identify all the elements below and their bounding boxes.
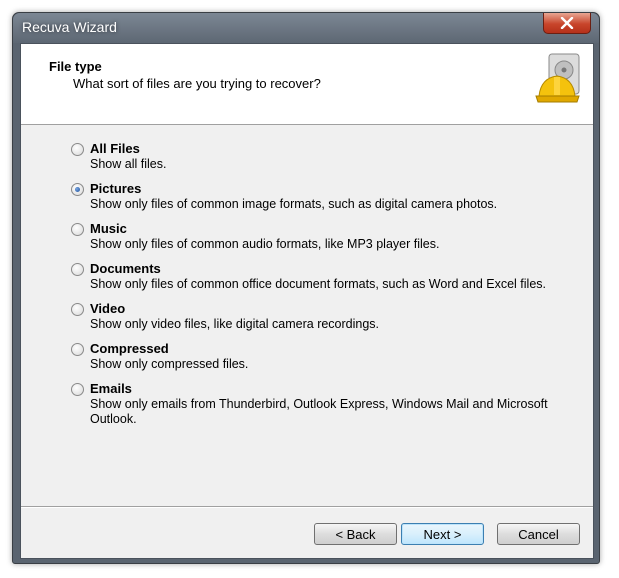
- page-title: File type: [49, 59, 102, 74]
- radio-selected-dot: [75, 187, 80, 192]
- option-label[interactable]: Video: [90, 301, 125, 316]
- option-label[interactable]: Documents: [90, 261, 161, 276]
- radio-music[interactable]: [71, 223, 84, 236]
- hard-drive-helmet-icon: [535, 53, 580, 103]
- wizard-header: File type What sort of files are you try…: [21, 44, 593, 125]
- radio-all-files[interactable]: [71, 143, 84, 156]
- radio-video[interactable]: [71, 303, 84, 316]
- cancel-button[interactable]: Cancel: [497, 523, 580, 545]
- page-subtitle: What sort of files are you trying to rec…: [73, 76, 321, 91]
- back-button[interactable]: < Back: [314, 523, 397, 545]
- footer-divider: [21, 506, 593, 507]
- option-description: Show only compressed files.: [90, 357, 249, 371]
- option-description: Show only emails from Thunderbird, Outlo…: [90, 397, 548, 426]
- wizard-body: File type What sort of files are you try…: [20, 43, 594, 559]
- close-button[interactable]: [543, 13, 591, 34]
- option-description: Show only video files, like digital came…: [90, 317, 380, 331]
- window-title: Recuva Wizard: [22, 19, 117, 35]
- recuva-wizard-window: Recuva Wizard File type What sort of fil…: [12, 12, 600, 564]
- option-description: Show only files of common office documen…: [90, 277, 546, 291]
- radio-pictures[interactable]: [71, 183, 84, 196]
- option-description: Show only files of common audio formats,…: [90, 237, 440, 251]
- option-description: Show only files of common image formats,…: [90, 197, 498, 211]
- radio-documents[interactable]: [71, 263, 84, 276]
- option-description: Show all files.: [90, 157, 167, 171]
- option-label[interactable]: Music: [90, 221, 127, 236]
- title-bar[interactable]: Recuva Wizard: [13, 13, 599, 43]
- option-label[interactable]: Compressed: [90, 341, 169, 356]
- radio-emails[interactable]: [71, 383, 84, 396]
- option-label[interactable]: All Files: [90, 141, 140, 156]
- radio-compressed[interactable]: [71, 343, 84, 356]
- option-label[interactable]: Emails: [90, 381, 132, 396]
- next-button[interactable]: Next >: [401, 523, 484, 545]
- option-label[interactable]: Pictures: [90, 181, 141, 196]
- close-icon: [560, 17, 574, 29]
